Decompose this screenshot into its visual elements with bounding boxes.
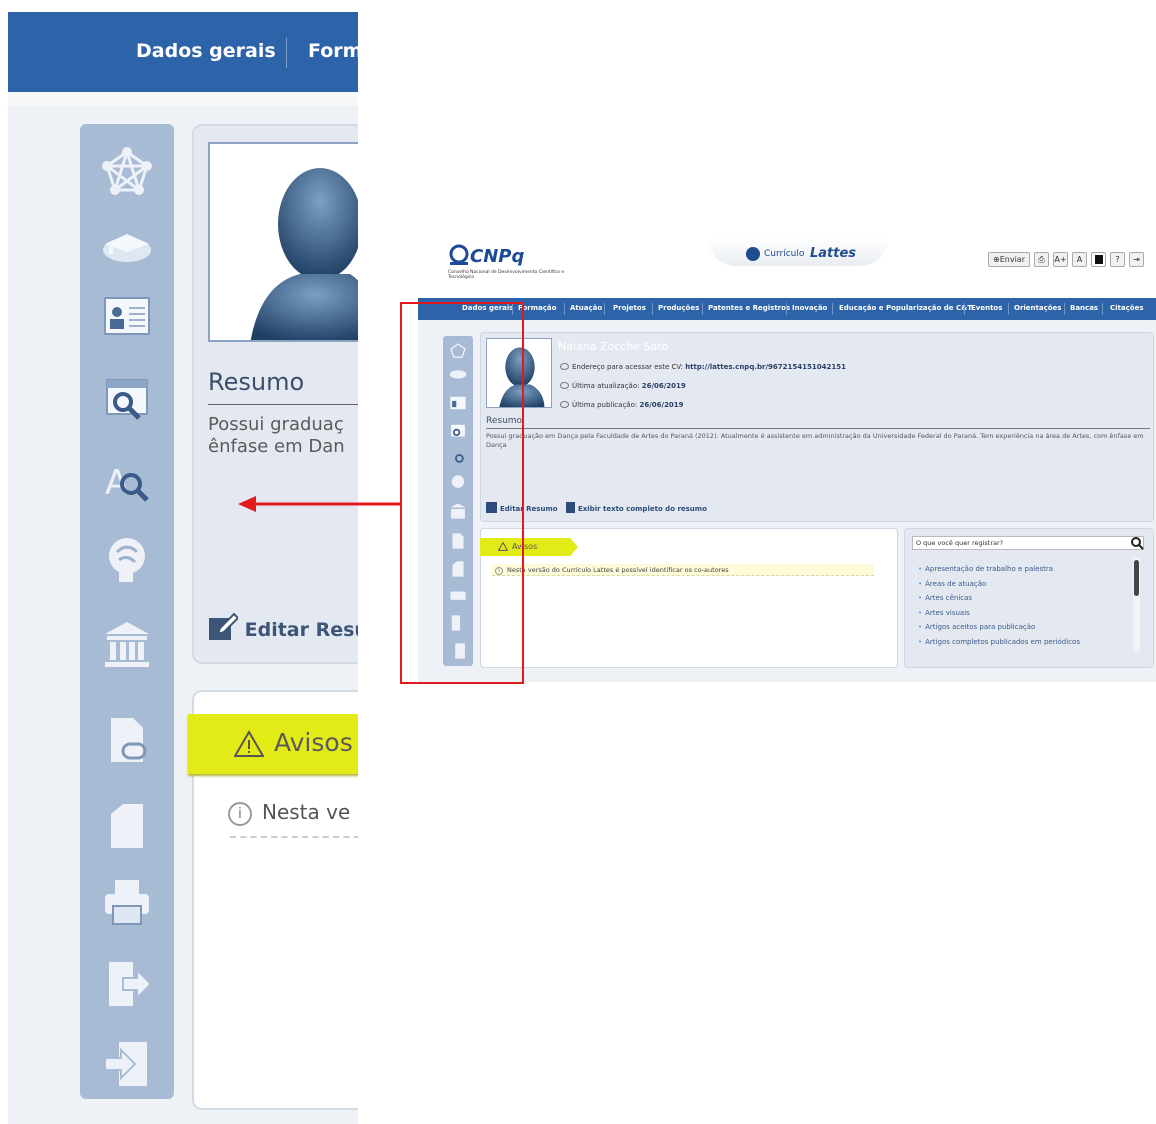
last-publication-date: 26/06/2019 xyxy=(639,401,684,409)
text-search-icon[interactable]: A xyxy=(101,454,153,506)
resumo-divider xyxy=(486,428,1150,429)
zoom-nav-bar: Dados gerais Form xyxy=(8,12,358,92)
zoom-note-dashed-divider xyxy=(230,836,358,838)
institution-icon[interactable] xyxy=(101,618,153,670)
full-resumo-link[interactable]: Exibir texto completo do resumo xyxy=(578,505,707,513)
calendar-search-icon[interactable] xyxy=(101,372,153,424)
aviso-note-text: Nesta versão do Currículo Lattes é possí… xyxy=(507,566,729,574)
search-icon[interactable] xyxy=(1130,536,1144,550)
zoom-profile-photo xyxy=(208,142,358,342)
zoom-resumo-line: Possui graduaç xyxy=(208,414,344,435)
register-options-list: Apresentação de trabalho e palestra Área… xyxy=(918,562,1080,650)
last-update-line: Última atualização: 26/06/2019 xyxy=(560,382,686,390)
researcher-name: Naiana Zocche Sato xyxy=(558,340,669,353)
info-icon: i xyxy=(228,802,252,826)
zoom-nav-formacao[interactable]: Form xyxy=(308,40,358,62)
zoom-avisos-tab[interactable]: Avisos xyxy=(188,714,358,774)
login-icon[interactable] xyxy=(101,1038,153,1090)
scrollbar-thumb[interactable] xyxy=(1134,560,1139,596)
register-search-input[interactable]: O que você quer registrar? xyxy=(912,536,1144,550)
zoomed-detail-view: Dados gerais Form A Resumo Possui gradua… xyxy=(8,12,358,1124)
last-publication-line: Última publicação: 26/06/2019 xyxy=(560,401,684,409)
printer-icon[interactable] xyxy=(101,876,153,928)
resumo-text: Possui graduação em Dança pela Faculdade… xyxy=(486,432,1144,449)
last-publication-label: Última publicação: xyxy=(572,401,638,409)
zoom-resumo-text: Possui graduaç ênfase em Dan xyxy=(208,414,345,458)
zoom-edit-label: Editar Resu xyxy=(244,619,358,641)
zoom-aviso-note-text: Nesta ve xyxy=(262,800,351,824)
graduation-cap-icon[interactable] xyxy=(101,218,153,270)
list-item[interactable]: Artes visuais xyxy=(918,606,1080,621)
svg-text:A: A xyxy=(105,463,128,503)
user-silhouette-icon xyxy=(250,168,358,340)
network-icon[interactable] xyxy=(101,146,153,198)
zoom-band xyxy=(8,92,358,106)
profile-card xyxy=(480,332,1154,522)
document-link-icon[interactable] xyxy=(101,714,153,766)
document-icon xyxy=(565,502,575,513)
cv-address-url[interactable]: http://lattes.cnpq.br/9672154151042151 xyxy=(685,363,846,371)
zoom-nav-dados-gerais[interactable]: Dados gerais xyxy=(136,40,276,62)
zoom-nav-separator xyxy=(286,38,287,68)
zoom-edit-resumo-link[interactable]: Editar Resu xyxy=(208,612,358,642)
list-item[interactable]: Artigos completos publicados em periódic… xyxy=(918,635,1080,650)
last-update-date: 26/06/2019 xyxy=(641,382,686,390)
edit-pencil-icon xyxy=(209,612,238,640)
address-icon xyxy=(560,363,569,370)
brain-icon[interactable] xyxy=(101,534,153,586)
last-update-label: Última atualização: xyxy=(572,382,640,390)
zoom-resumo-line: ênfase em Dan xyxy=(208,436,345,457)
id-card-icon[interactable] xyxy=(101,290,153,342)
export-icon[interactable] xyxy=(101,958,153,1010)
zoom-icon-sidebar: A xyxy=(80,124,174,1099)
warning-icon xyxy=(234,730,264,757)
cv-address-line: Endereço para acessar este CV: http://la… xyxy=(560,363,846,371)
list-item[interactable]: Artes cênicas xyxy=(918,591,1080,606)
list-item[interactable]: Apresentação de trabalho e palestra xyxy=(918,562,1080,577)
aviso-note: i Nesta versão do Currículo Lattes é poss… xyxy=(492,564,874,576)
cv-address-label: Endereço para acessar este CV: xyxy=(572,363,683,371)
zoom-resumo-divider xyxy=(208,404,358,405)
lattes-content: Naiana Zocche Sato Endereço para acessar… xyxy=(418,236,1156,682)
list-item[interactable]: Áreas de atuação xyxy=(918,577,1080,592)
zoom-resumo-title: Resumo xyxy=(208,368,305,396)
publication-icon xyxy=(560,401,569,408)
document-icon[interactable] xyxy=(101,800,153,852)
update-icon xyxy=(560,382,569,389)
zoom-aviso-note: i Nesta ve xyxy=(228,800,350,826)
zoom-avisos-label: Avisos xyxy=(274,728,353,757)
list-item[interactable]: Artigos aceitos para publicação xyxy=(918,620,1080,635)
highlight-box xyxy=(400,302,524,684)
